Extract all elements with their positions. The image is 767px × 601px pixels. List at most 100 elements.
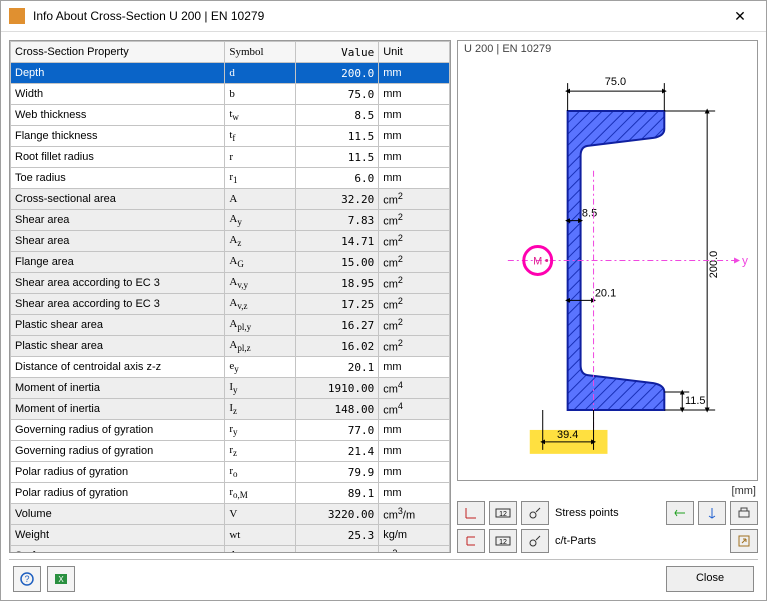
table-row[interactable]: Cross-sectional areaA32.20cm2 bbox=[11, 189, 450, 210]
table-row[interactable]: Flange thicknesstf11.5mm bbox=[11, 126, 450, 147]
dialog-footer: ? X Close bbox=[9, 559, 758, 594]
print-icon[interactable] bbox=[730, 501, 758, 525]
table-row[interactable]: Widthb75.0mm bbox=[11, 84, 450, 105]
table-row[interactable]: Flange areaAG15.00cm2 bbox=[11, 252, 450, 273]
ct-parts-label: c/t-Parts bbox=[553, 535, 598, 547]
cell-symbol: b bbox=[225, 84, 296, 105]
cell-symbol: A bbox=[225, 189, 296, 210]
cross-section-svg: 200.0 75.0 8.5 11.5 bbox=[458, 41, 757, 480]
excel-export-button[interactable]: X bbox=[47, 566, 75, 592]
cell-symbol: Apl,z bbox=[225, 336, 296, 357]
preview-panel: U 200 | EN 10279 bbox=[457, 40, 758, 553]
table-row[interactable]: Polar radius of gyrationro,M89.1mm bbox=[11, 483, 450, 504]
cell-unit: mm bbox=[379, 105, 450, 126]
table-row[interactable]: Moment of inertiaIy1910.00cm4 bbox=[11, 378, 450, 399]
table-row[interactable]: Shear area according to EC 3Av,y18.95cm2 bbox=[11, 273, 450, 294]
cell-value: 89.1 bbox=[296, 483, 379, 504]
values-icon[interactable] bbox=[521, 501, 549, 525]
cell-symbol: ry bbox=[225, 420, 296, 441]
cell-symbol: Iy bbox=[225, 378, 296, 399]
table-row[interactable]: Toe radiusr16.0mm bbox=[11, 168, 450, 189]
parts-dim-icon[interactable]: 12 bbox=[489, 529, 517, 553]
cell-symbol: d bbox=[225, 63, 296, 84]
help-button[interactable]: ? bbox=[13, 566, 41, 592]
svg-text:M: M bbox=[533, 255, 542, 267]
cell-value: 77.0 bbox=[296, 420, 379, 441]
header-symbol[interactable]: Symbol bbox=[225, 42, 296, 63]
cell-property: Governing radius of gyration bbox=[11, 441, 225, 462]
panes: Cross-Section Property Symbol Value Unit… bbox=[9, 40, 758, 553]
cell-symbol: Iz bbox=[225, 399, 296, 420]
svg-text:11.5: 11.5 bbox=[685, 395, 706, 407]
table-row[interactable]: Polar radius of gyrationro79.9mm bbox=[11, 462, 450, 483]
header-property[interactable]: Cross-Section Property bbox=[11, 42, 225, 63]
table-row[interactable]: Plastic shear areaApl,z16.02cm2 bbox=[11, 336, 450, 357]
table-row[interactable]: Plastic shear areaApl,y16.27cm2 bbox=[11, 315, 450, 336]
properties-scroll[interactable]: Cross-Section Property Symbol Value Unit… bbox=[10, 41, 450, 552]
stress-points-label: Stress points bbox=[553, 507, 621, 519]
cross-section-preview[interactable]: U 200 | EN 10279 bbox=[457, 40, 758, 481]
cell-symbol: r1 bbox=[225, 168, 296, 189]
table-row[interactable]: Distance of centroidal axis z-zey20.1mm bbox=[11, 357, 450, 378]
svg-text:X: X bbox=[58, 575, 64, 584]
cell-value: 8.5 bbox=[296, 105, 379, 126]
dimensions-icon[interactable]: 12 bbox=[489, 501, 517, 525]
cell-symbol: Av,y bbox=[225, 273, 296, 294]
svg-text:75.0: 75.0 bbox=[605, 76, 626, 88]
cell-value: 1910.00 bbox=[296, 378, 379, 399]
dialog-body: Cross-Section Property Symbol Value Unit… bbox=[1, 32, 766, 600]
svg-text:12: 12 bbox=[499, 539, 507, 546]
axes-icon[interactable] bbox=[457, 501, 485, 525]
table-row[interactable]: Root fillet radiusr11.5mm bbox=[11, 147, 450, 168]
close-button[interactable]: Close bbox=[666, 566, 754, 592]
export-icon[interactable] bbox=[730, 529, 758, 553]
svg-text:12: 12 bbox=[499, 511, 507, 518]
header-value[interactable]: Value bbox=[296, 42, 379, 63]
table-row[interactable]: Moment of inertiaIz148.00cm4 bbox=[11, 399, 450, 420]
header-unit[interactable]: Unit bbox=[379, 42, 450, 63]
cell-unit: mm bbox=[379, 84, 450, 105]
cell-property: Flange thickness bbox=[11, 126, 225, 147]
cell-unit: cm2 bbox=[379, 210, 450, 231]
cell-property: Moment of inertia bbox=[11, 378, 225, 399]
cell-unit: mm bbox=[379, 147, 450, 168]
cell-property: Polar radius of gyration bbox=[11, 462, 225, 483]
table-row[interactable]: Shear areaAz14.71cm2 bbox=[11, 231, 450, 252]
cell-symbol: ey bbox=[225, 357, 296, 378]
axis-z-icon[interactable] bbox=[698, 501, 726, 525]
cell-property: Plastic shear area bbox=[11, 315, 225, 336]
cell-value: 11.5 bbox=[296, 126, 379, 147]
cell-property: Plastic shear area bbox=[11, 336, 225, 357]
cell-unit: mm bbox=[379, 483, 450, 504]
table-row[interactable]: Web thicknesstw8.5mm bbox=[11, 105, 450, 126]
cell-property: Shear area according to EC 3 bbox=[11, 294, 225, 315]
svg-text:20.1: 20.1 bbox=[595, 287, 616, 299]
table-row[interactable]: Governing radius of gyrationry77.0mm bbox=[11, 420, 450, 441]
cell-symbol: Asurf bbox=[225, 546, 296, 553]
cell-symbol: r bbox=[225, 147, 296, 168]
parts-values-icon[interactable] bbox=[521, 529, 549, 553]
table-row[interactable]: Weightwt25.3kg/m bbox=[11, 525, 450, 546]
cell-value: 3220.00 bbox=[296, 504, 379, 525]
cell-unit: mm bbox=[379, 462, 450, 483]
cell-property: Weight bbox=[11, 525, 225, 546]
cell-unit: m2/m bbox=[379, 546, 450, 553]
table-row[interactable]: SurfaceAsurf0.661m2/m bbox=[11, 546, 450, 553]
axis-y-icon[interactable] bbox=[666, 501, 694, 525]
cell-value: 75.0 bbox=[296, 84, 379, 105]
close-icon[interactable]: ✕ bbox=[720, 2, 760, 30]
table-row[interactable]: VolumeV3220.00cm3/m bbox=[11, 504, 450, 525]
table-row[interactable]: Depthd200.0mm bbox=[11, 63, 450, 84]
svg-text:?: ? bbox=[24, 574, 29, 584]
cell-value: 16.27 bbox=[296, 315, 379, 336]
section-icon[interactable] bbox=[457, 529, 485, 553]
cell-property: Surface bbox=[11, 546, 225, 553]
properties-panel: Cross-Section Property Symbol Value Unit… bbox=[9, 40, 451, 553]
cell-property: Cross-sectional area bbox=[11, 189, 225, 210]
cell-value: 25.3 bbox=[296, 525, 379, 546]
table-row[interactable]: Shear areaAy7.83cm2 bbox=[11, 210, 450, 231]
cell-value: 14.71 bbox=[296, 231, 379, 252]
table-row[interactable]: Shear area according to EC 3Av,z17.25cm2 bbox=[11, 294, 450, 315]
table-row[interactable]: Governing radius of gyrationrz21.4mm bbox=[11, 441, 450, 462]
cell-value: 6.0 bbox=[296, 168, 379, 189]
